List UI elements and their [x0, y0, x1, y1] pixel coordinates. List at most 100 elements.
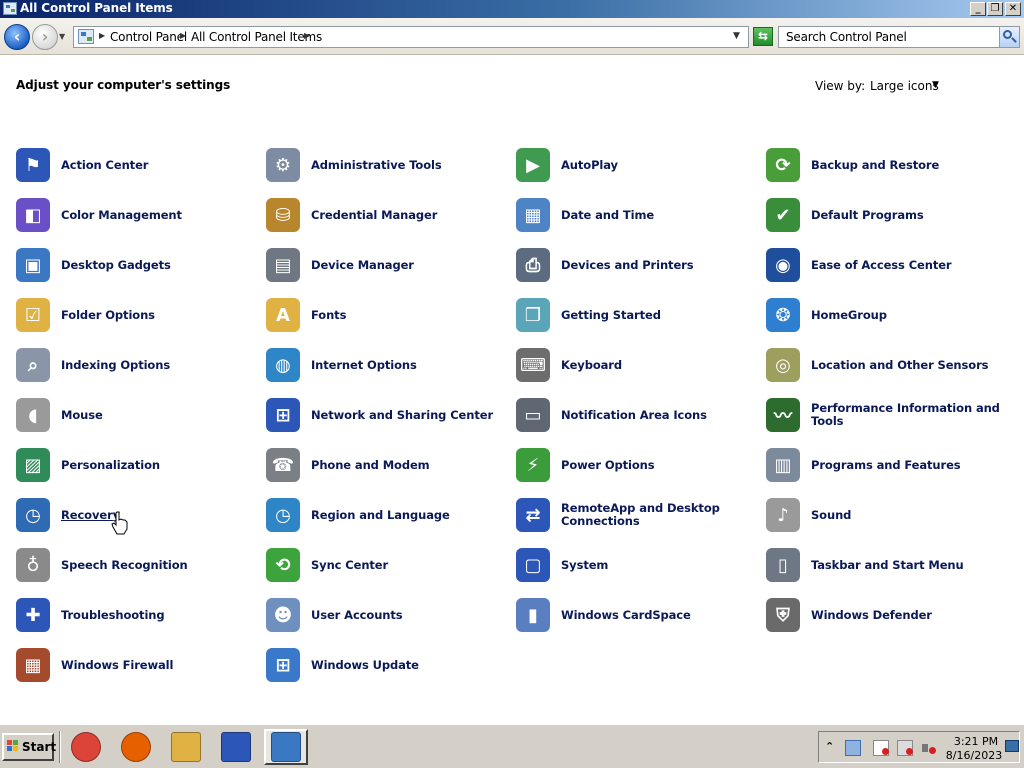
item-label[interactable]: Taskbar and Start Menu	[811, 558, 964, 572]
control-panel-item[interactable]: ❐ Getting Started	[516, 290, 766, 340]
start-button[interactable]: Start	[2, 733, 56, 761]
control-panel-item[interactable]: ▯ Taskbar and Start Menu	[766, 540, 1016, 590]
action-center-flag-icon[interactable]	[873, 740, 889, 756]
history-dropdown-icon[interactable]: ▼	[59, 32, 65, 41]
item-label[interactable]: Date and Time	[561, 208, 654, 222]
control-panel-item[interactable]: ▣ Desktop Gadgets	[16, 240, 266, 290]
control-panel-item[interactable]: ⟳ Backup and Restore	[766, 140, 1016, 190]
item-label[interactable]: Administrative Tools	[311, 158, 442, 172]
control-panel-item[interactable]: ▤ Device Manager	[266, 240, 516, 290]
control-panel-item[interactable]: A Fonts	[266, 290, 516, 340]
item-label[interactable]: Windows CardSpace	[561, 608, 691, 622]
control-panel-item[interactable]: ☑ Folder Options	[16, 290, 266, 340]
item-label[interactable]: Ease of Access Center	[811, 258, 952, 272]
control-panel-item[interactable]: ⛨ Windows Defender	[766, 590, 1016, 640]
control-panel-item[interactable]: ⊞ Windows Update	[266, 640, 516, 690]
show-desktop-button[interactable]	[1005, 740, 1019, 752]
item-label[interactable]: Notification Area Icons	[561, 408, 707, 422]
item-label[interactable]: RemoteApp and Desktop Connections	[561, 502, 751, 528]
network-icon[interactable]	[897, 740, 913, 756]
control-panel-item[interactable]: ◍ Internet Options	[266, 340, 516, 390]
taskbar-app-button[interactable]	[264, 729, 308, 765]
control-panel-item[interactable]: ⇄ RemoteApp and Desktop Connections	[516, 490, 766, 540]
item-label[interactable]: Speech Recognition	[61, 558, 188, 572]
item-label[interactable]: Device Manager	[311, 258, 414, 272]
item-label[interactable]: Performance Information and Tools	[811, 402, 1001, 428]
control-panel-item[interactable]: ❂ HomeGroup	[766, 290, 1016, 340]
control-panel-item[interactable]: ⚡ Power Options	[516, 440, 766, 490]
item-label[interactable]: Internet Options	[311, 358, 417, 372]
item-label[interactable]: Personalization	[61, 458, 160, 472]
item-label[interactable]: Keyboard	[561, 358, 622, 372]
item-label[interactable]: Windows Defender	[811, 608, 932, 622]
control-panel-item[interactable]: ◷ Region and Language	[266, 490, 516, 540]
item-label[interactable]: Action Center	[61, 158, 148, 172]
forward-button[interactable]: ›	[32, 24, 58, 50]
breadcrumb-all-items[interactable]: All Control Panel Items	[191, 30, 322, 44]
control-panel-item[interactable]: ☎ Phone and Modem	[266, 440, 516, 490]
address-dropdown-icon[interactable]: ▼	[733, 31, 740, 41]
search-icon[interactable]	[999, 27, 1019, 47]
chevron-down-icon[interactable]: ▼	[932, 80, 939, 90]
address-bar[interactable]: ▶ Control Panel ▶ All Control Panel Item…	[73, 26, 749, 48]
volume-icon[interactable]	[921, 740, 937, 756]
tray-app-icon[interactable]	[845, 740, 861, 756]
control-panel-item[interactable]: ▶ AutoPlay	[516, 140, 766, 190]
item-label[interactable]: Getting Started	[561, 308, 661, 322]
clock-date[interactable]: 8/16/2023	[943, 749, 1005, 762]
control-panel-item[interactable]: ◧ Color Management	[16, 190, 266, 240]
item-label[interactable]: Windows Firewall	[61, 658, 173, 672]
item-label[interactable]: Credential Manager	[311, 208, 437, 222]
taskbar-app-button[interactable]	[114, 729, 158, 765]
item-label[interactable]: Default Programs	[811, 208, 924, 222]
item-label[interactable]: Phone and Modem	[311, 458, 430, 472]
item-label[interactable]: User Accounts	[311, 608, 403, 622]
control-panel-item[interactable]: ⟲ Sync Center	[266, 540, 516, 590]
control-panel-item[interactable]: ▦ Windows Firewall	[16, 640, 266, 690]
item-label[interactable]: Network and Sharing Center	[311, 408, 493, 422]
control-panel-item[interactable]: ◎ Location and Other Sensors	[766, 340, 1016, 390]
clock-time[interactable]: 3:21 PM	[947, 735, 1005, 748]
breadcrumb-arrow-icon[interactable]: ▶	[304, 31, 310, 40]
breadcrumb-arrow-icon[interactable]: ▶	[99, 31, 105, 40]
control-panel-item[interactable]: ▦ Date and Time	[516, 190, 766, 240]
breadcrumb-arrow-icon[interactable]: ▶	[180, 31, 186, 40]
item-label[interactable]: Backup and Restore	[811, 158, 939, 172]
item-label[interactable]: System	[561, 558, 608, 572]
control-panel-item[interactable]: ◖ Mouse	[16, 390, 266, 440]
control-panel-item[interactable]: ⛁ Credential Manager	[266, 190, 516, 240]
control-panel-item[interactable]: ✚ Troubleshooting	[16, 590, 266, 640]
item-label[interactable]: Power Options	[561, 458, 655, 472]
item-label[interactable]: Location and Other Sensors	[811, 358, 988, 372]
maximize-button[interactable]: ❐	[987, 2, 1003, 16]
control-panel-item[interactable]: ⚑ Action Center	[16, 140, 266, 190]
item-label[interactable]: HomeGroup	[811, 308, 887, 322]
item-label[interactable]: Indexing Options	[61, 358, 170, 372]
refresh-button[interactable]: ⇆	[753, 27, 773, 46]
control-panel-item[interactable]: ☻ User Accounts	[266, 590, 516, 640]
control-panel-item[interactable]: ◷ Recovery	[16, 490, 266, 540]
item-label[interactable]: Troubleshooting	[61, 608, 165, 622]
item-label[interactable]: Color Management	[61, 208, 182, 222]
control-panel-item[interactable]: ♪ Sound	[766, 490, 1016, 540]
item-label[interactable]: Folder Options	[61, 308, 155, 322]
back-button[interactable]: ‹	[4, 24, 30, 50]
breadcrumb-control-panel[interactable]: Control Panel	[110, 30, 187, 44]
item-label[interactable]: Sound	[811, 508, 851, 522]
control-panel-item[interactable]: ⚙ Administrative Tools	[266, 140, 516, 190]
item-label[interactable]: Mouse	[61, 408, 103, 422]
control-panel-item[interactable]: ⎙ Devices and Printers	[516, 240, 766, 290]
control-panel-item[interactable]: ▢ System	[516, 540, 766, 590]
control-panel-item[interactable]: ♁ Speech Recognition	[16, 540, 266, 590]
taskbar-app-button[interactable]	[64, 729, 108, 765]
item-label[interactable]: Devices and Printers	[561, 258, 694, 272]
taskbar-app-button[interactable]	[164, 729, 208, 765]
control-panel-item[interactable]: ▥ Programs and Features	[766, 440, 1016, 490]
control-panel-item[interactable]: ▮ Windows CardSpace	[516, 590, 766, 640]
control-panel-item[interactable]: ▭ Notification Area Icons	[516, 390, 766, 440]
show-hidden-icons-icon[interactable]: ⌃	[825, 740, 834, 753]
view-by-dropdown[interactable]: Large icons	[870, 79, 939, 93]
item-label[interactable]: Sync Center	[311, 558, 388, 572]
control-panel-item[interactable]: ⌨ Keyboard	[516, 340, 766, 390]
control-panel-item[interactable]: ▨ Personalization	[16, 440, 266, 490]
